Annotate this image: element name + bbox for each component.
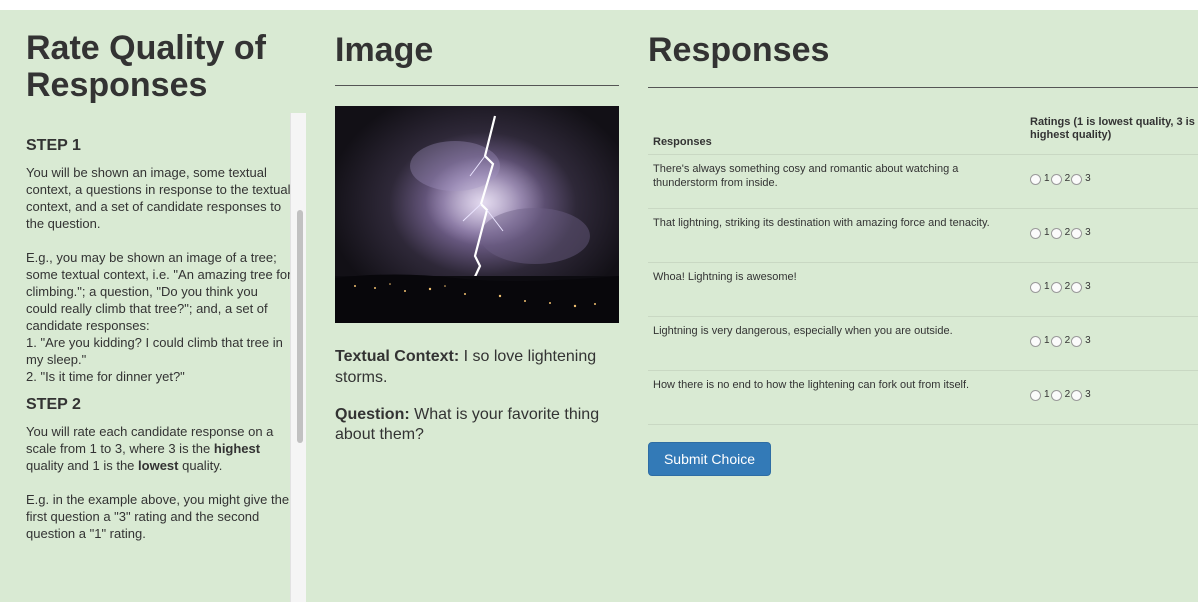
step1-paragraph: You will be shown an image, some textual…	[26, 165, 291, 231]
table-row: That lightning, striking its destination…	[648, 209, 1198, 263]
highest-emphasis: highest	[213, 441, 261, 456]
rating-radio-3[interactable]	[1071, 227, 1083, 239]
step1-example-response-1: 1. "Are you kidding? I could climb that …	[26, 335, 283, 367]
rating-label: 3	[1085, 227, 1091, 238]
response-text: Lightning is very dangerous, especially …	[653, 325, 953, 337]
rating-radio-3[interactable]	[1071, 281, 1083, 293]
rating-label: 2	[1064, 335, 1071, 346]
rating-radio-1[interactable]	[1030, 389, 1041, 401]
lowest-emphasis: lowest	[138, 458, 179, 473]
rating-label: 1	[1044, 173, 1050, 184]
rating-radio-3[interactable]	[1071, 389, 1083, 401]
rating-label: 3	[1085, 335, 1091, 346]
table-row: Lightning is very dangerous, especially …	[648, 317, 1198, 371]
question: Question: What is your favorite thing ab…	[335, 406, 600, 443]
instructions-scrollbar[interactable]	[290, 113, 306, 602]
step1-example-response-2: 2. "Is it time for dinner yet?"	[26, 369, 185, 384]
rating-group: 1 2 3	[1030, 172, 1092, 186]
response-text: How there is no end to how the lightenin…	[653, 379, 970, 391]
rating-label: 3	[1085, 389, 1091, 400]
instructions-scroll-area[interactable]: STEP 1 You will be shown an image, some …	[10, 113, 307, 602]
rating-label: 2	[1064, 281, 1071, 292]
rating-label: 1	[1044, 389, 1050, 400]
divider	[648, 87, 1198, 88]
table-header: Responses Ratings (1 is lowest quality, …	[648, 106, 1198, 155]
rating-radio-2[interactable]	[1050, 281, 1062, 293]
rating-label: 2	[1064, 389, 1071, 400]
instructions-panel: Rate Quality of Responses STEP 1 You wil…	[10, 10, 310, 602]
table-row: How there is no end to how the lightenin…	[648, 371, 1198, 425]
column-header-ratings: Ratings (1 is lowest quality, 3 is highe…	[1030, 116, 1195, 141]
rating-radio-1[interactable]	[1030, 173, 1041, 185]
step1-heading: STEP 1	[26, 137, 81, 154]
step1-example: E.g., you may be shown an image of a tre…	[26, 250, 292, 333]
rating-label: 2	[1064, 173, 1071, 184]
rating-label: 1	[1044, 227, 1050, 238]
response-text: Whoa! Lightning is awesome!	[653, 271, 797, 283]
rating-radio-3[interactable]	[1071, 173, 1083, 185]
responses-panel: Responses Responses Ratings (1 is lowest…	[648, 10, 1198, 602]
page: Rate Quality of Responses STEP 1 You wil…	[0, 10, 1198, 602]
rating-radio-1[interactable]	[1030, 281, 1041, 293]
column-header-responses: Responses	[653, 136, 712, 148]
rating-group: 1 2 3	[1030, 280, 1092, 294]
responses-section-title: Responses	[648, 31, 830, 69]
rating-radio-3[interactable]	[1071, 335, 1083, 347]
response-text: That lightning, striking its destination…	[653, 217, 990, 229]
table-row: Whoa! Lightning is awesome! 1 2 3	[648, 263, 1198, 317]
rating-radio-1[interactable]	[1030, 227, 1041, 239]
table-body: There's always something cosy and romant…	[648, 155, 1198, 425]
step2-paragraph: You will rate each candidate response on…	[26, 424, 274, 473]
rating-group: 1 2 3	[1030, 226, 1092, 240]
lightning-storm-photo	[335, 106, 619, 323]
rating-radio-2[interactable]	[1050, 335, 1062, 347]
image-section-title: Image	[335, 31, 434, 69]
submit-choice-button[interactable]: Submit Choice	[648, 442, 771, 476]
rating-label: 2	[1064, 227, 1071, 238]
rating-radio-2[interactable]	[1050, 389, 1062, 401]
rating-group: 1 2 3	[1030, 388, 1092, 402]
scrollbar-thumb[interactable]	[297, 210, 303, 443]
step2-example: E.g. in the example above, you might giv…	[26, 492, 290, 541]
divider	[335, 85, 619, 86]
page-title: Rate Quality of Responses	[26, 29, 266, 104]
table-row: There's always something cosy and romant…	[648, 155, 1198, 209]
rating-radio-2[interactable]	[1050, 227, 1062, 239]
rating-radio-2[interactable]	[1050, 173, 1062, 185]
step2-heading: STEP 2	[26, 396, 81, 413]
rating-label: 1	[1044, 335, 1050, 346]
rating-radio-1[interactable]	[1030, 335, 1041, 347]
response-text: There's always something cosy and romant…	[653, 163, 959, 189]
responses-table: Responses Ratings (1 is lowest quality, …	[648, 106, 1198, 425]
rating-label: 1	[1044, 281, 1050, 292]
rating-label: 3	[1085, 173, 1091, 184]
rating-label: 3	[1085, 281, 1091, 292]
textual-context: Textual Context: I so love lightening st…	[335, 348, 597, 386]
instructions-content: STEP 1 You will be shown an image, some …	[26, 136, 292, 542]
rating-group: 1 2 3	[1030, 334, 1092, 348]
